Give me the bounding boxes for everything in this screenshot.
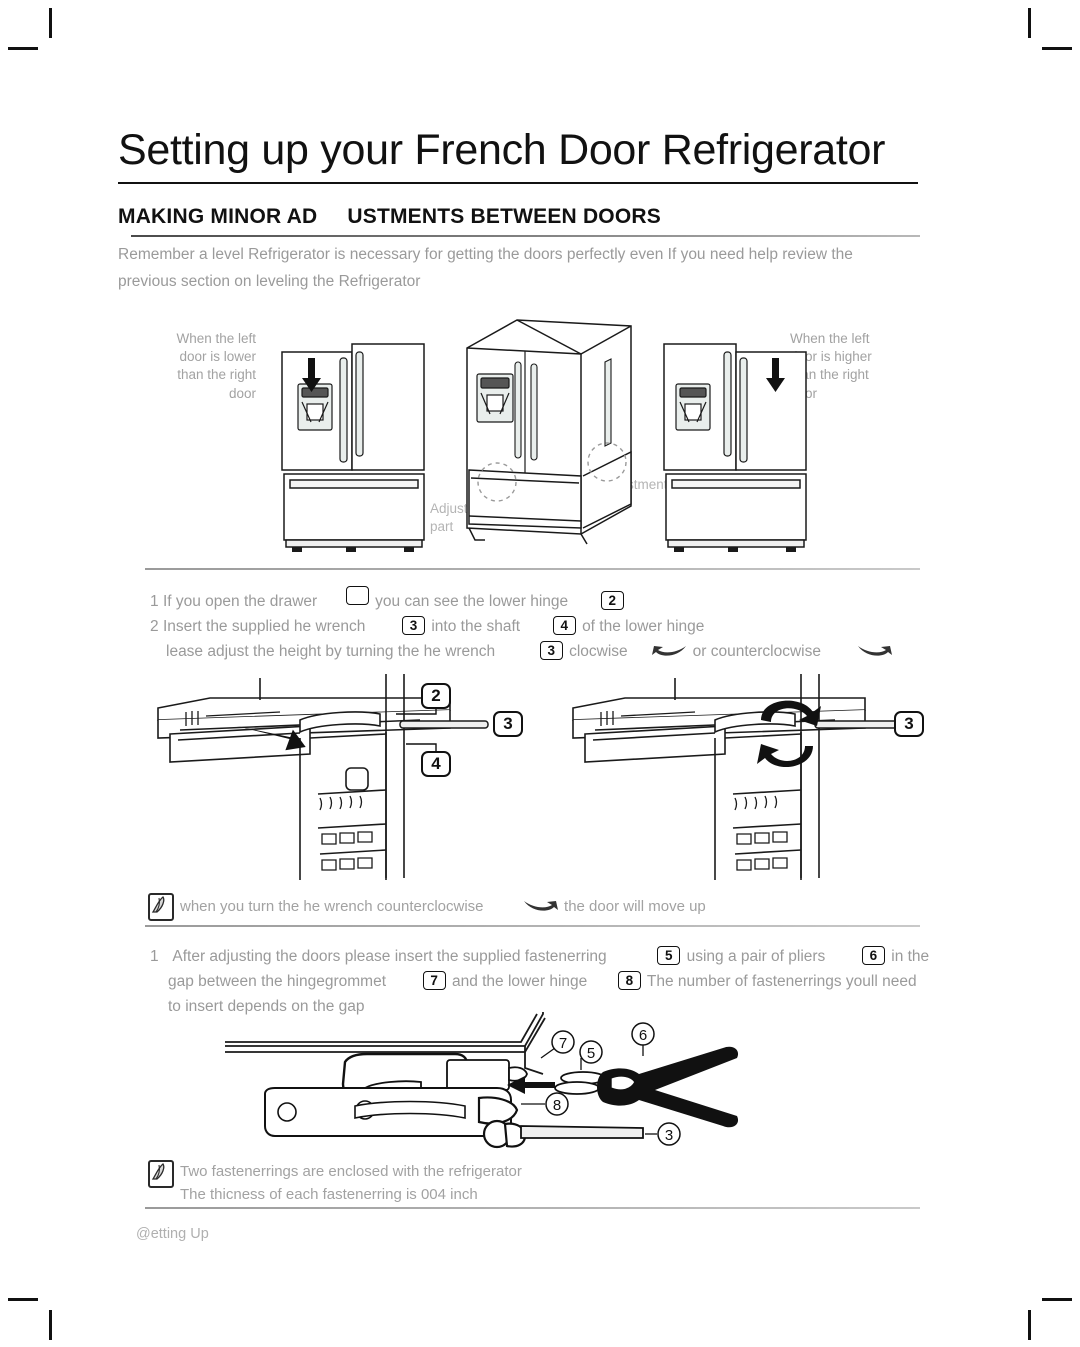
step-1-text-a: If you open the drawer bbox=[162, 593, 318, 610]
manual-page: Setting up your French Door Refrigerator… bbox=[0, 0, 1080, 1347]
note-2-line-1: Two fastenerrings are enclosed with the … bbox=[180, 1163, 522, 1180]
step2-2-text-c: The number of fastenerrings youll need bbox=[646, 973, 917, 991]
svg-text:8: 8 bbox=[553, 1097, 561, 1114]
lower-hinge-detail-right-illustration: 3 bbox=[565, 668, 945, 893]
separator-after-figures bbox=[145, 568, 920, 570]
page-title-wrap: Setting up your French Door Refrigerator bbox=[118, 126, 918, 174]
separator-after-note-1 bbox=[145, 925, 920, 927]
step-1-badge-b: 2 bbox=[600, 591, 624, 610]
step-line-3: lease adjust the height by turning the h… bbox=[150, 639, 894, 664]
step2-line-1: 1 After adjusting the doors please inser… bbox=[150, 944, 929, 969]
step-2-text-b: into the shaft bbox=[431, 618, 521, 636]
step2-2-badge-a: 7 bbox=[422, 971, 446, 991]
step2-1-badge-a: 5 bbox=[657, 946, 681, 965]
curved-arrow-right-icon bbox=[856, 642, 894, 658]
step-3-text-b: clocwise bbox=[569, 643, 628, 661]
fridge-front-right-illustration bbox=[660, 322, 820, 559]
step-line-1: 1 If you open the drawer you can see the… bbox=[150, 586, 894, 614]
note-1: when you turn the he wrench counterclocw… bbox=[180, 896, 706, 919]
step2-1-text-b: using a pair of pliers bbox=[686, 948, 826, 965]
fastener-ring-pliers-illustration: 7 5 6 8 3 bbox=[225, 1012, 745, 1162]
step-2-number: 2 bbox=[150, 618, 159, 636]
step-line-2: 2 Insert the supplied he wrench 3 into t… bbox=[150, 614, 894, 639]
step2-line-2: gap between the hingegrommet 7 and the l… bbox=[150, 969, 929, 994]
svg-text:3: 3 bbox=[904, 714, 913, 733]
note-pencil-icon-2 bbox=[148, 1160, 174, 1188]
section-heading: MAKING MINOR AD USTMENTS BETWEEN DOORS bbox=[118, 205, 918, 229]
fridge-perspective-illustration bbox=[455, 310, 640, 560]
crop-mark-left-top bbox=[8, 47, 38, 50]
figure-caption-left: When the left door is lower than the rig… bbox=[176, 331, 256, 401]
page-title: Setting up your French Door Refrigerator bbox=[118, 126, 886, 174]
step-1-text-b: you can see the lower hinge bbox=[375, 593, 569, 610]
crop-mark-top-right bbox=[1028, 8, 1031, 38]
step-1-badge-a bbox=[345, 586, 369, 605]
crop-mark-right-bottom bbox=[1042, 1298, 1072, 1301]
svg-text:3: 3 bbox=[665, 1127, 673, 1144]
step2-1-text-c: in the bbox=[891, 948, 930, 965]
lower-hinge-detail-left-illustration: 2 3 4 bbox=[150, 668, 550, 893]
step-2-text-a: Insert the supplied he wrench bbox=[162, 618, 366, 636]
step2-2-badge-b: 8 bbox=[617, 971, 641, 991]
curved-arrow-right-icon-note bbox=[522, 898, 560, 914]
step-3-text-c: or counterclocwise bbox=[692, 643, 821, 661]
section-heading-part2: USTMENTS BETWEEN DOORS bbox=[347, 205, 661, 228]
crop-mark-left-bottom bbox=[8, 1298, 38, 1301]
svg-text:2: 2 bbox=[431, 686, 440, 705]
note-pencil-icon-1 bbox=[148, 893, 174, 921]
steps-block-1: 1 If you open the drawer you can see the… bbox=[150, 586, 894, 664]
crop-mark-bottom-left bbox=[49, 1310, 52, 1340]
svg-text:4: 4 bbox=[431, 754, 441, 773]
step-2-badge-b: 4 bbox=[552, 616, 576, 636]
curved-arrow-left-icon bbox=[650, 642, 688, 658]
step2-1-number: 1 bbox=[150, 948, 159, 965]
step2-1-badge-b: 6 bbox=[861, 946, 885, 965]
svg-text:3: 3 bbox=[503, 714, 512, 733]
step2-1-text-a: After adjusting the doors please insert … bbox=[172, 948, 607, 965]
crop-mark-right-top bbox=[1042, 47, 1072, 50]
intro-line-1: Remember a level Refrigerator is necessa… bbox=[118, 246, 853, 263]
title-underline bbox=[118, 182, 918, 184]
step-3-text-a: lease adjust the height by turning the h… bbox=[166, 643, 496, 661]
crop-mark-top-left bbox=[49, 8, 52, 38]
note-2: Two fastenerrings are enclosed with the … bbox=[180, 1161, 522, 1206]
step2-2-text-a: gap between the hingegrommet bbox=[168, 973, 387, 991]
intro-paragraph: Remember a level Refrigerator is necessa… bbox=[118, 242, 908, 295]
svg-text:5: 5 bbox=[587, 1045, 595, 1062]
intro-line-2: previous section on leveling the Refrige… bbox=[118, 272, 421, 290]
svg-text:7: 7 bbox=[559, 1035, 567, 1052]
step-1-number: 1 bbox=[150, 593, 159, 610]
svg-text:6: 6 bbox=[639, 1027, 647, 1044]
step-3-badge-a: 3 bbox=[539, 641, 563, 661]
step-2-badge-a: 3 bbox=[402, 616, 426, 636]
step-2-text-c: of the lower hinge bbox=[582, 618, 705, 636]
note-1-text-b: the door will move up bbox=[564, 898, 706, 915]
steps-block-2: 1 After adjusting the doors please inser… bbox=[150, 944, 929, 1019]
step2-2-text-b: and the lower hinge bbox=[451, 973, 588, 991]
section-heading-part1: MAKING MINOR AD bbox=[118, 205, 318, 228]
fridge-front-left-illustration bbox=[278, 322, 438, 559]
section-heading-rule bbox=[131, 235, 920, 237]
footer-label: @etting Up bbox=[136, 1226, 209, 1242]
separator-before-footer bbox=[145, 1207, 920, 1209]
note-2-line-2: The thicness of each fastenerring is 004… bbox=[180, 1185, 478, 1203]
crop-mark-bottom-right bbox=[1028, 1310, 1031, 1340]
note-1-text-a: when you turn the he wrench counterclocw… bbox=[180, 898, 484, 915]
